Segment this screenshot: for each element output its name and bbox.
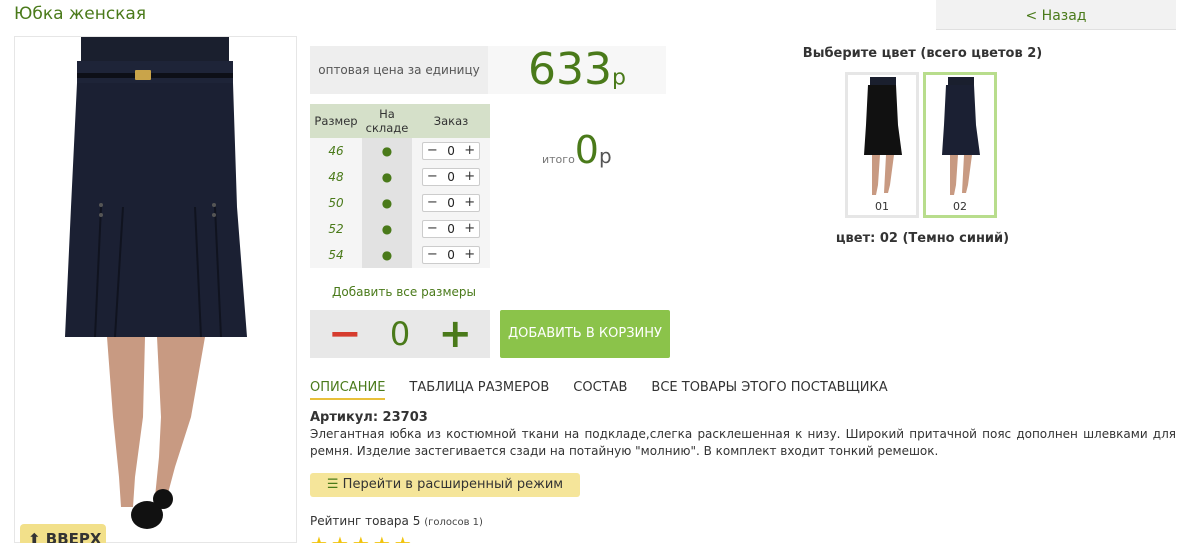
in-stock-indicator: ●: [362, 190, 412, 216]
size-quantity-value: 0: [447, 170, 455, 184]
qty-minus-button[interactable]: −: [328, 314, 362, 354]
rating-stars[interactable]: ★★★★★: [310, 532, 412, 543]
size-value: 46: [310, 138, 362, 164]
list-icon: ☰: [326, 477, 339, 492]
rating-votes: (голосов 1): [424, 517, 483, 528]
product-description: Элегантная юбка из костюмной ткани на по…: [310, 427, 1176, 458]
size-minus-button[interactable]: −: [423, 143, 442, 159]
product-tabs: ОПИСАНИЕ ТАБЛИЦА РАЗМЕРОВ СОСТАВ ВСЕ ТОВАРЫ…: [310, 380, 912, 400]
color-swatch-label: 01: [875, 200, 889, 213]
order-header: Заказ: [412, 104, 490, 138]
size-row: 52 ● −0 +: [310, 216, 490, 242]
tab-4[interactable]: ВСЕ ТОВАРЫ ЭТОГО ПОСТАВЩИКА: [651, 380, 887, 400]
size-plus-button[interactable]: +: [460, 221, 479, 237]
rating: Рейтинг товара 5 (голосов 1): [310, 514, 483, 528]
order-cell: −0 +: [412, 138, 490, 164]
size-plus-button[interactable]: +: [460, 247, 479, 263]
skirt-thumbnail-icon: [864, 77, 902, 195]
size-row: 46 ● −0 +: [310, 138, 490, 164]
in-stock-indicator: ●: [362, 164, 412, 190]
color-swatch-label: 02: [953, 200, 967, 213]
order-cell: −0 +: [412, 164, 490, 190]
back-button[interactable]: < Назад: [936, 0, 1176, 30]
size-minus-button[interactable]: −: [423, 195, 442, 211]
order-cell: −0 +: [412, 242, 490, 268]
star-icon[interactable]: ★: [331, 532, 349, 543]
size-row: 50 ● −0 +: [310, 190, 490, 216]
total-label: итого: [542, 153, 575, 166]
size-header: Размер: [310, 104, 362, 138]
star-icon[interactable]: ★: [310, 532, 328, 543]
size-quantity-stepper: −0 +: [422, 246, 480, 264]
tab-1[interactable]: ОПИСАНИЕ: [310, 380, 386, 400]
star-icon[interactable]: ★: [394, 532, 412, 543]
qty-value: 0: [389, 315, 411, 353]
total: итого0р: [542, 128, 612, 172]
total-value: 0: [574, 128, 599, 172]
order-cell: −0 +: [412, 190, 490, 216]
color-swatch-02[interactable]: 02: [923, 72, 997, 218]
size-quantity-value: 0: [447, 144, 455, 158]
price-currency: р: [612, 65, 626, 91]
size-plus-button[interactable]: +: [460, 169, 479, 185]
size-quantity-stepper: −0 +: [422, 168, 480, 186]
quantity-stepper: − 0 +: [310, 310, 490, 358]
star-icon[interactable]: ★: [352, 532, 370, 543]
price-value-box: 633р: [488, 46, 666, 94]
size-plus-button[interactable]: +: [460, 195, 479, 211]
in-stock-indicator: ●: [362, 138, 412, 164]
rating-label: Рейтинг товара 5: [310, 514, 421, 528]
extended-mode-label: Перейти в расширенный режим: [342, 477, 564, 492]
size-row: 48 ● −0 +: [310, 164, 490, 190]
tab-3[interactable]: СОСТАВ: [573, 380, 627, 400]
article-number: Артикул: 23703: [310, 410, 428, 425]
size-table: Размер На складе Заказ 46 ● −0 +48 ● −0 +50 ● −0…: [310, 104, 490, 268]
tab-2[interactable]: ТАБЛИЦА РАЗМЕРОВ: [409, 380, 549, 400]
price-value: 633: [528, 44, 612, 95]
size-quantity-value: 0: [447, 196, 455, 210]
size-quantity-value: 0: [447, 222, 455, 236]
size-value: 50: [310, 190, 362, 216]
page-title: Юбка женская: [14, 4, 147, 24]
size-value: 48: [310, 164, 362, 190]
size-plus-button[interactable]: +: [460, 143, 479, 159]
size-value: 52: [310, 216, 362, 242]
skirt-thumbnail-icon: [942, 77, 980, 195]
color-picker-title: Выберите цвет (всего цветов 2): [802, 46, 1043, 61]
extended-mode-button[interactable]: ☰ Перейти в расширенный режим: [310, 473, 580, 497]
add-all-sizes-link[interactable]: Добавить все размеры: [332, 285, 476, 299]
add-to-cart-button[interactable]: ДОБАВИТЬ В КОРЗИНУ: [500, 310, 670, 358]
order-cell: −0 +: [412, 216, 490, 242]
selected-color-label: цвет: 02 (Темно синий): [835, 231, 1010, 246]
stock-header: На складе: [362, 104, 412, 138]
size-quantity-stepper: −0 +: [422, 194, 480, 212]
scroll-up-button[interactable]: ⬆ ВВЕРХ: [20, 524, 106, 543]
size-minus-button[interactable]: −: [423, 221, 442, 237]
in-stock-indicator: ●: [362, 242, 412, 268]
price-label: оптовая цена за единицу: [310, 46, 488, 94]
size-minus-button[interactable]: −: [423, 247, 442, 263]
star-icon[interactable]: ★: [373, 532, 391, 543]
qty-plus-button[interactable]: +: [438, 314, 472, 354]
size-quantity-value: 0: [447, 248, 455, 262]
size-quantity-stepper: −0 +: [422, 142, 480, 160]
size-minus-button[interactable]: −: [423, 169, 442, 185]
total-currency: р: [598, 144, 612, 168]
size-quantity-stepper: −0 +: [422, 220, 480, 238]
size-row: 54 ● −0 +: [310, 242, 490, 268]
size-value: 54: [310, 242, 362, 268]
color-swatch-01[interactable]: 01: [845, 72, 919, 218]
in-stock-indicator: ●: [362, 216, 412, 242]
product-image[interactable]: [14, 36, 297, 543]
